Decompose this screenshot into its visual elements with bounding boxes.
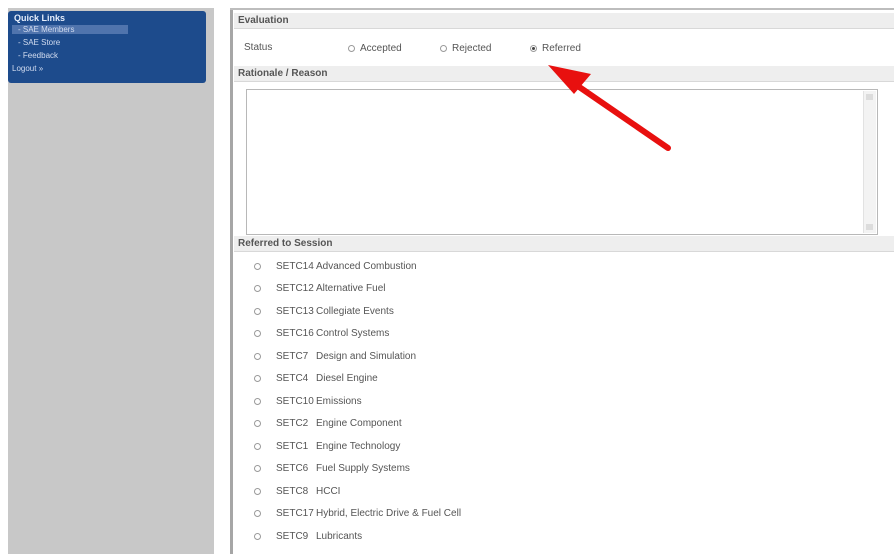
session-code: SETC7: [276, 350, 309, 362]
session-name: Lubricants: [316, 530, 363, 542]
session-radio[interactable]: [254, 352, 261, 360]
evaluation-header: Evaluation: [234, 13, 894, 29]
session-radio[interactable]: [254, 442, 261, 450]
session-row[interactable]: SETC1 Engine Technology: [254, 435, 400, 457]
session-code: SETC10: [276, 395, 314, 407]
session-code: SETC12: [276, 283, 314, 294]
session-radio[interactable]: [254, 487, 261, 495]
session-code: SETC2: [276, 418, 309, 429]
referred-radio[interactable]: [530, 45, 537, 52]
session-row[interactable]: SETC7 Design and Simulation: [254, 345, 416, 367]
session-radio[interactable]: [254, 420, 261, 427]
sidebar-link-sae-store[interactable]: - SAE Store: [18, 38, 60, 47]
session-radio[interactable]: [254, 307, 261, 315]
quick-links-title: Quick Links: [14, 13, 66, 23]
session-radio[interactable]: [254, 330, 261, 337]
session-name: Collegiate Events: [316, 305, 394, 317]
referred-label: Referred: [542, 43, 581, 54]
sidebar-link-feedback[interactable]: - Feedback: [18, 51, 58, 60]
textarea-scrollbar[interactable]: [863, 91, 876, 233]
session-name: Emissions: [316, 395, 362, 407]
session-name: Design and Simulation: [316, 350, 417, 362]
scroll-up-icon[interactable]: [866, 94, 873, 100]
accepted-label: Accepted: [360, 43, 402, 54]
session-code: SETC9: [276, 530, 309, 542]
session-row[interactable]: SETC10 Emissions: [254, 390, 362, 412]
rejected-radio[interactable]: [440, 45, 447, 52]
session-code: SETC8: [276, 485, 309, 497]
referred-header: Referred to Session: [234, 236, 894, 252]
main-panel: Evaluation Status Accepted Rejected Refe…: [230, 8, 894, 554]
status-option-referred[interactable]: Referred: [530, 43, 581, 54]
sidebar: Quick Links - SAE Members - SAE Store - …: [8, 8, 214, 554]
session-radio[interactable]: [254, 532, 261, 540]
top-border: [230, 8, 894, 10]
session-row[interactable]: SETC9 Lubricants: [254, 525, 362, 547]
quick-links-panel: Quick Links - SAE Members - SAE Store - …: [8, 11, 206, 83]
session-row[interactable]: SETC16 Control Systems: [254, 323, 389, 345]
session-name: Advanced Combustion: [316, 260, 417, 272]
accepted-radio[interactable]: [348, 45, 355, 52]
session-name: Hybrid, Electric Drive & Fuel Cell: [316, 508, 462, 519]
session-radio[interactable]: [254, 510, 261, 517]
session-name: Fuel Supply Systems: [316, 463, 410, 474]
session-radio[interactable]: [254, 465, 261, 472]
sidebar-link-sae-members[interactable]: - SAE Members: [12, 25, 128, 34]
session-code: SETC6: [276, 463, 309, 474]
session-row[interactable]: SETC17 Hybrid, Electric Drive & Fuel Cell: [254, 503, 461, 525]
sidebar-link-logout[interactable]: Logout »: [12, 64, 43, 73]
panel-shadow: [230, 8, 233, 554]
rationale-textarea[interactable]: [246, 89, 878, 235]
session-code: SETC13: [276, 305, 314, 317]
status-option-rejected[interactable]: Rejected: [440, 43, 491, 54]
session-row[interactable]: SETC8 HCCI: [254, 480, 340, 502]
session-row[interactable]: SETC2 Engine Component: [254, 413, 402, 435]
rationale-header: Rationale / Reason: [234, 66, 894, 82]
session-radio[interactable]: [254, 262, 261, 270]
session-radio[interactable]: [254, 375, 261, 382]
status-option-accepted[interactable]: Accepted: [348, 43, 402, 54]
session-code: SETC14: [276, 260, 314, 272]
session-row[interactable]: SETC6 Fuel Supply Systems: [254, 458, 410, 480]
session-name: Control Systems: [316, 328, 390, 339]
session-name: Alternative Fuel: [316, 283, 386, 294]
session-name: Engine Technology: [316, 440, 401, 452]
session-radio[interactable]: [254, 397, 261, 405]
session-code: SETC1: [276, 440, 309, 452]
session-row[interactable]: SETC13 Collegiate Events: [254, 300, 394, 322]
session-name: Diesel Engine: [316, 373, 378, 384]
scroll-down-icon[interactable]: [866, 224, 873, 230]
status-label: Status: [244, 42, 273, 53]
session-name: Engine Component: [316, 418, 402, 429]
session-radio[interactable]: [254, 285, 261, 292]
session-row[interactable]: SETC4 Diesel Engine: [254, 368, 378, 390]
session-row[interactable]: SETC14 Advanced Combustion: [254, 255, 417, 277]
session-code: SETC17: [276, 508, 314, 519]
session-code: SETC16: [276, 328, 314, 339]
session-row[interactable]: SETC12 Alternative Fuel: [254, 278, 385, 300]
rejected-label: Rejected: [452, 43, 492, 54]
session-name: HCCI: [316, 485, 341, 497]
session-code: SETC4: [276, 373, 309, 384]
